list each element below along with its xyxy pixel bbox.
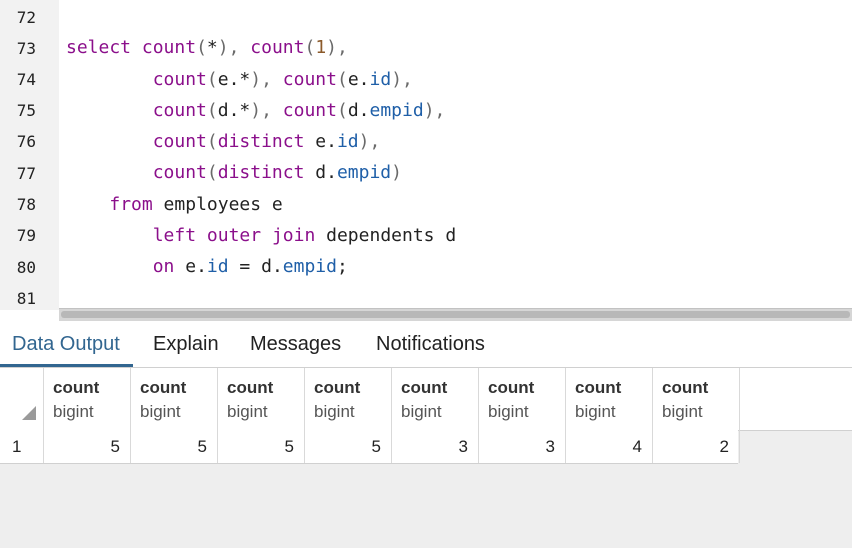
column-header[interactable]: count bigint — [305, 368, 392, 430]
line-number: 78 — [16, 195, 36, 214]
line-number-gutter: 72 73 74 75 76 77 78 79 80 81 — [0, 0, 59, 310]
grid-header: count bigint count bigint count bigint count bi… — [0, 367, 852, 431]
code-line[interactable]: count(d.*), count(d.empid), — [66, 100, 446, 122]
code-line[interactable]: on e.id = d.empid; — [66, 256, 348, 278]
line-number: 75 — [16, 101, 36, 120]
table-cell[interactable]: 2 — [653, 430, 740, 463]
scrollbar-thumb[interactable] — [61, 311, 850, 318]
line-number: 77 — [16, 164, 36, 183]
line-number: 73 — [16, 39, 36, 58]
column-header[interactable]: count bigint — [479, 368, 566, 430]
line-number: 79 — [16, 226, 36, 245]
column-header[interactable]: count bigint — [653, 368, 740, 430]
select-all-corner[interactable] — [0, 368, 44, 430]
column-type: bigint — [575, 402, 616, 421]
tab-data-output[interactable]: Data Output — [12, 333, 120, 356]
code-line[interactable]: count(e.*), count(e.id), — [66, 69, 413, 91]
table-cell[interactable]: 3 — [479, 430, 566, 463]
column-name: count — [488, 378, 535, 397]
table-row[interactable]: 1 5 5 5 5 3 3 4 2 — [0, 430, 740, 464]
editor-horizontal-scrollbar[interactable] — [59, 308, 852, 321]
tab-messages[interactable]: Messages — [250, 333, 341, 356]
row-number[interactable]: 1 — [0, 430, 44, 463]
column-name: count — [401, 378, 448, 397]
data-output-grid: count bigint count bigint count bigint count bi… — [0, 367, 852, 548]
column-type: bigint — [662, 402, 703, 421]
table-cell[interactable]: 3 — [392, 430, 479, 463]
cell-value: 3 — [458, 437, 468, 456]
code-line[interactable]: left outer join dependents d — [66, 225, 456, 247]
column-header[interactable]: count bigint — [44, 368, 131, 430]
table-cell[interactable]: 5 — [218, 430, 305, 463]
code-line[interactable]: select count(*), count(1), — [66, 37, 348, 59]
cell-value: 5 — [110, 437, 120, 456]
column-header[interactable]: count bigint — [131, 368, 218, 430]
cell-value: 2 — [719, 437, 729, 456]
line-number: 76 — [16, 132, 36, 151]
column-name: count — [314, 378, 361, 397]
column-name: count — [575, 378, 622, 397]
cell-value: 5 — [284, 437, 294, 456]
column-name: count — [140, 378, 187, 397]
cell-value: 3 — [545, 437, 555, 456]
tab-notifications[interactable]: Notifications — [376, 333, 485, 356]
line-number: 81 — [16, 289, 36, 308]
cell-value: 5 — [197, 437, 207, 456]
table-cell[interactable]: 5 — [131, 430, 218, 463]
line-number: 74 — [16, 70, 36, 89]
column-type: bigint — [227, 402, 268, 421]
corner-triangle-icon — [22, 406, 36, 420]
column-name: count — [662, 378, 709, 397]
code-line[interactable]: from employees e — [66, 194, 282, 216]
code-line[interactable]: count(distinct d.empid) — [66, 162, 402, 184]
column-header[interactable]: count bigint — [392, 368, 479, 430]
column-header[interactable]: count bigint — [566, 368, 653, 430]
table-cell[interactable]: 5 — [305, 430, 392, 463]
tab-explain[interactable]: Explain — [153, 333, 219, 356]
code-line[interactable]: count(distinct e.id), — [66, 131, 381, 153]
table-cell[interactable]: 4 — [566, 430, 653, 463]
result-tabs: Data Output Explain Messages Notificatio… — [0, 321, 852, 367]
column-header[interactable]: count bigint — [218, 368, 305, 430]
column-type: bigint — [314, 402, 355, 421]
column-name: count — [53, 378, 100, 397]
cell-value: 4 — [632, 437, 642, 456]
row-number-label: 1 — [12, 437, 22, 456]
line-number: 72 — [16, 8, 36, 27]
table-cell[interactable]: 5 — [44, 430, 131, 463]
line-number: 80 — [16, 258, 36, 277]
column-type: bigint — [53, 402, 94, 421]
cell-value: 5 — [371, 437, 381, 456]
column-name: count — [227, 378, 274, 397]
column-type: bigint — [401, 402, 442, 421]
column-type: bigint — [488, 402, 529, 421]
column-type: bigint — [140, 402, 181, 421]
sql-editor[interactable]: 72 73 74 75 76 77 78 79 80 81 select cou… — [0, 0, 852, 321]
